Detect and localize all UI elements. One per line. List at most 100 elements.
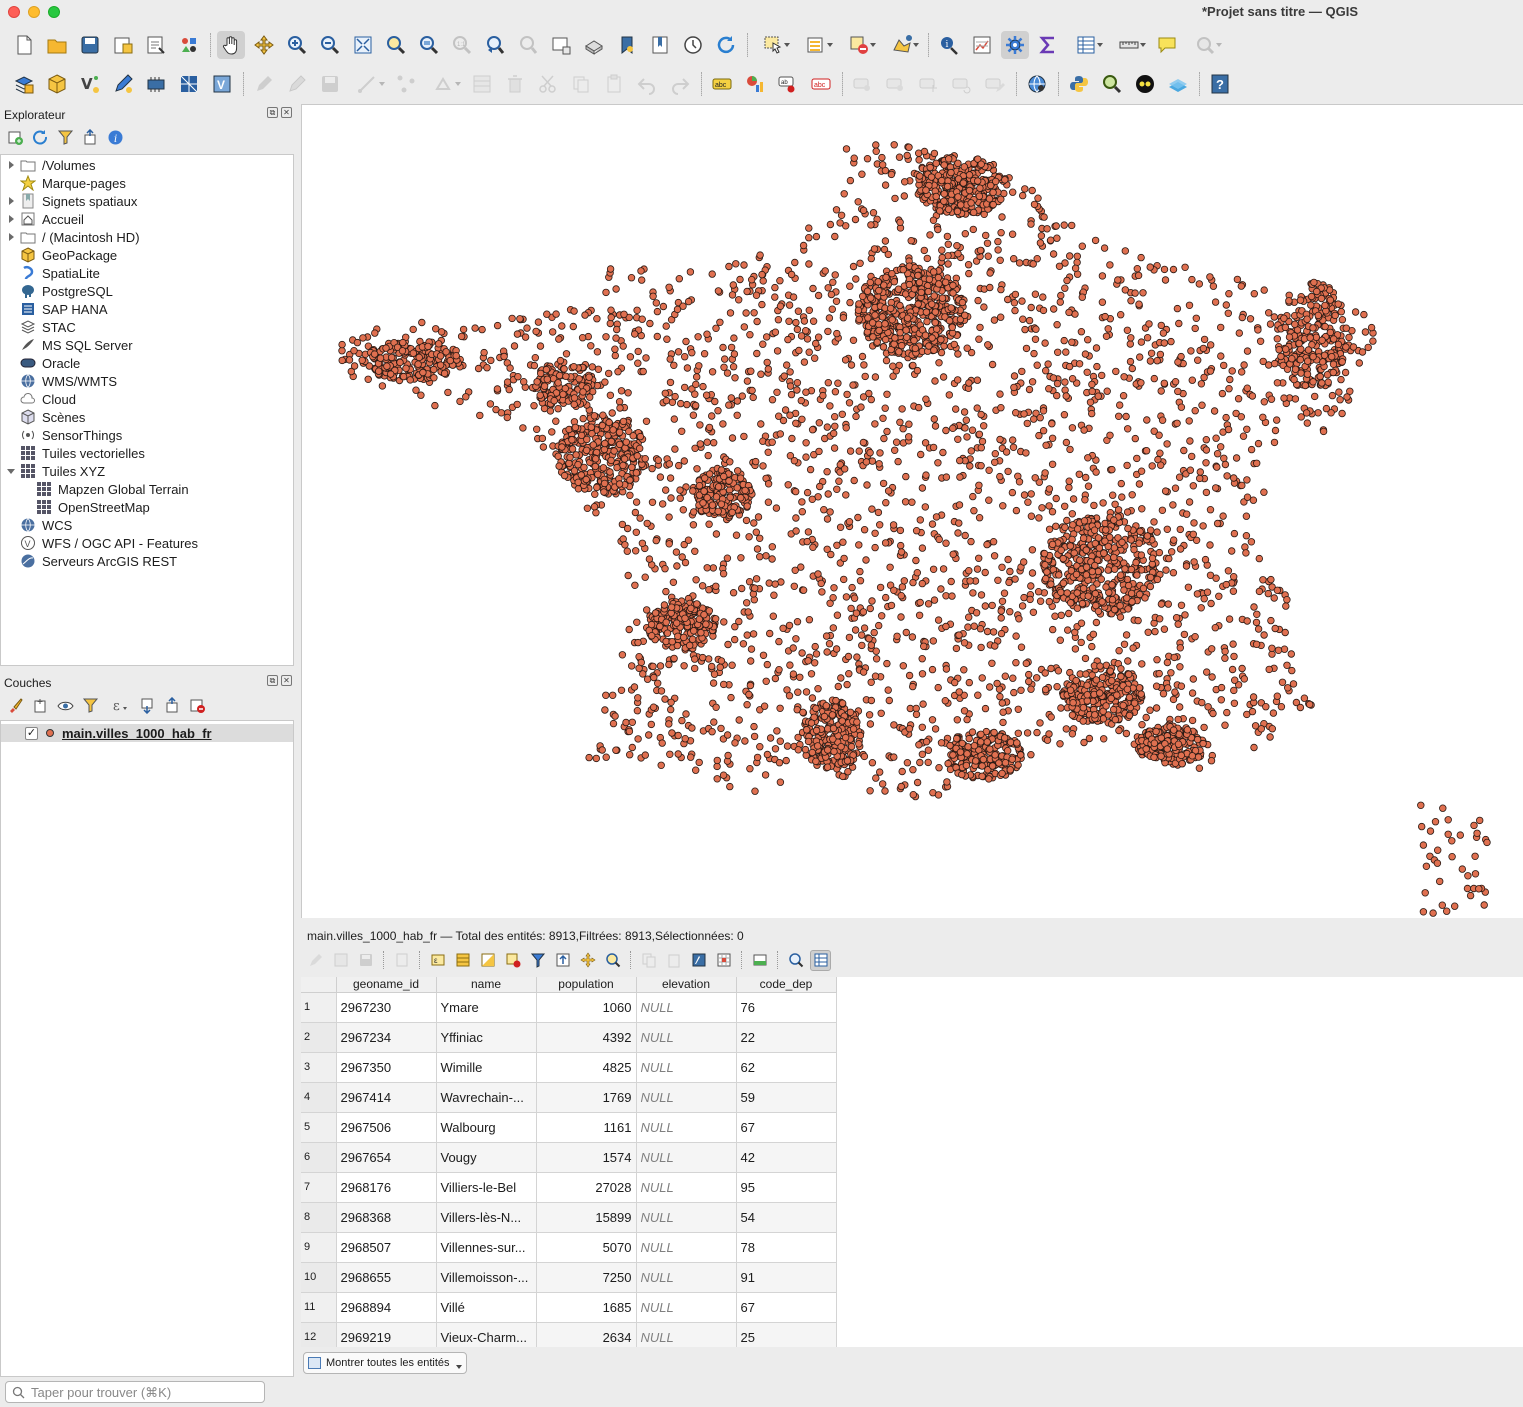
python-console-button[interactable] — [1065, 70, 1093, 98]
manage-visibility-button[interactable] — [56, 696, 75, 715]
locate-tool-button[interactable] — [1186, 31, 1224, 59]
expand-arrow-icon[interactable] — [6, 214, 16, 224]
measure-line-button[interactable] — [1110, 31, 1148, 59]
new-temporary-layer-button[interactable] — [109, 70, 137, 98]
toggle-editing-button[interactable] — [283, 70, 311, 98]
explorer-item-oracle[interactable]: Oracle — [6, 354, 80, 372]
delete-selected-button[interactable] — [501, 70, 529, 98]
style-manager-button[interactable] — [175, 31, 203, 59]
edit-table-button[interactable] — [468, 70, 496, 98]
expand-all-button[interactable] — [138, 696, 157, 715]
highlight-pinned-labels-button[interactable]: ab — [774, 70, 802, 98]
digitize-button[interactable] — [349, 70, 387, 98]
explorer-item-sensorthings[interactable]: SensorThings — [6, 426, 122, 444]
data-source-manager-button[interactable] — [10, 70, 38, 98]
plugin-search-button[interactable] — [1098, 70, 1126, 98]
collapse-all-layers-button[interactable] — [163, 696, 182, 715]
add-group-button[interactable] — [31, 696, 50, 715]
expand-arrow-icon[interactable] — [6, 196, 16, 206]
add-selected-layers-button[interactable] — [6, 128, 25, 147]
open-attribute-table-button[interactable] — [1067, 31, 1105, 59]
filter-explorer-button[interactable] — [56, 128, 75, 147]
new-spatial-bookmark-button[interactable] — [613, 31, 641, 59]
new-virtual-layer-button[interactable] — [142, 70, 170, 98]
locator-search-box[interactable] — [5, 1381, 265, 1403]
zoom-to-layer-button[interactable] — [415, 31, 443, 59]
explorer-item-volumes[interactable]: /Volumes — [6, 156, 95, 174]
current-edits-button[interactable] — [250, 70, 278, 98]
pin-unpin-labels-button[interactable] — [849, 70, 877, 98]
select-features-button[interactable] — [754, 31, 792, 59]
layer-styling-button[interactable] — [6, 696, 25, 715]
new-print-layout-button[interactable] — [109, 31, 137, 59]
explorer-item-accueil[interactable]: Accueil — [6, 210, 84, 228]
show-hide-labels-button[interactable] — [882, 70, 910, 98]
plugin-circle-button[interactable] — [1131, 70, 1159, 98]
undo-button[interactable] — [633, 70, 661, 98]
explorer-item-wms-wmts[interactable]: WMS/WMTS — [6, 372, 117, 390]
show-bookmarks-button[interactable] — [646, 31, 674, 59]
window-maximize-button[interactable] — [48, 6, 60, 18]
save-project-button[interactable] — [76, 31, 104, 59]
panel-close-button[interactable]: ✕ — [281, 107, 292, 118]
paste-features-button[interactable] — [600, 70, 628, 98]
move-label-button[interactable] — [915, 70, 943, 98]
statistical-summary-button[interactable] — [1034, 31, 1062, 59]
properties-info-button[interactable]: i — [106, 128, 125, 147]
window-close-button[interactable] — [8, 6, 20, 18]
explorer-item-sc-nes[interactable]: Scènes — [6, 408, 85, 426]
zoom-native-button[interactable]: 1:1 — [448, 31, 476, 59]
zoom-full-button[interactable] — [349, 31, 377, 59]
temporal-controller-button[interactable] — [679, 31, 707, 59]
save-edits-button[interactable] — [316, 70, 344, 98]
expand-arrow-icon[interactable] — [6, 232, 16, 242]
plugin-layers-button[interactable] — [1164, 70, 1192, 98]
layout-manager-button[interactable] — [142, 31, 170, 59]
layer-diagram-button[interactable] — [741, 70, 769, 98]
show-unplaced-labels-button[interactable]: abc — [807, 70, 835, 98]
explorer-item-tuiles-vectorielles[interactable]: Tuiles vectorielles — [6, 444, 145, 462]
pan-map-button[interactable] — [217, 31, 245, 59]
explorer-item-signets-spatiaux[interactable]: Signets spatiaux — [6, 192, 137, 210]
explorer-item-wfs-ogc-api-features[interactable]: V WFS / OGC API - Features — [6, 534, 198, 552]
panel-float-button[interactable]: ⧉ — [267, 675, 278, 686]
filter-expression-button[interactable]: ε — [106, 696, 132, 715]
new-map-view-button[interactable] — [547, 31, 575, 59]
layer-labeling-button[interactable]: abc — [708, 70, 736, 98]
explorer-item-macintosh-hd[interactable]: / (Macintosh HD) — [6, 228, 140, 246]
refresh-button[interactable] — [712, 31, 740, 59]
open-project-button[interactable] — [43, 31, 71, 59]
redo-button[interactable] — [666, 70, 694, 98]
explorer-item-postgresql[interactable]: PostgreSQL — [6, 282, 113, 300]
copy-features-button[interactable] — [567, 70, 595, 98]
filter-legend-button[interactable] — [81, 696, 100, 715]
new-shapefile-layer-button[interactable]: V — [76, 70, 104, 98]
explorer-item-spatialite[interactable]: SpatiaLite — [6, 264, 100, 282]
explorer-item-sap-hana[interactable]: SAP HANA — [6, 300, 108, 318]
explorer-item-geopackage[interactable]: GeoPackage — [6, 246, 117, 264]
rotate-label-button[interactable] — [948, 70, 976, 98]
identify-features-button[interactable]: i — [935, 31, 963, 59]
zoom-in-button[interactable] — [283, 31, 311, 59]
explorer-item-mapzen-global-terrain[interactable]: Mapzen Global Terrain — [22, 480, 189, 498]
modify-attributes-button[interactable] — [425, 70, 463, 98]
zoom-last-button[interactable] — [481, 31, 509, 59]
collapse-arrow-icon[interactable] — [6, 466, 16, 476]
zoom-next-button[interactable] — [514, 31, 542, 59]
explorer-item-stac[interactable]: STAC — [6, 318, 76, 336]
explorer-item-openstreetmap[interactable]: OpenStreetMap — [22, 498, 150, 516]
collapse-all-button[interactable] — [81, 128, 100, 147]
layer-visibility-checkbox[interactable]: ✓ — [25, 726, 38, 740]
zoom-out-button[interactable] — [316, 31, 344, 59]
explorer-item-marque-pages[interactable]: Marque-pages — [6, 174, 126, 192]
explorer-item-cloud[interactable]: Cloud — [6, 390, 76, 408]
new-mesh-layer-button[interactable] — [175, 70, 203, 98]
explorer-item-wcs[interactable]: WCS — [6, 516, 72, 534]
select-by-location-button[interactable] — [883, 31, 921, 59]
new-project-button[interactable] — [10, 31, 38, 59]
change-label-button[interactable] — [981, 70, 1009, 98]
deselect-features-button[interactable] — [840, 31, 878, 59]
new-vector-tile-button[interactable]: V — [208, 70, 236, 98]
select-by-value-button[interactable] — [797, 31, 835, 59]
panel-close-button[interactable]: ✕ — [281, 675, 292, 686]
